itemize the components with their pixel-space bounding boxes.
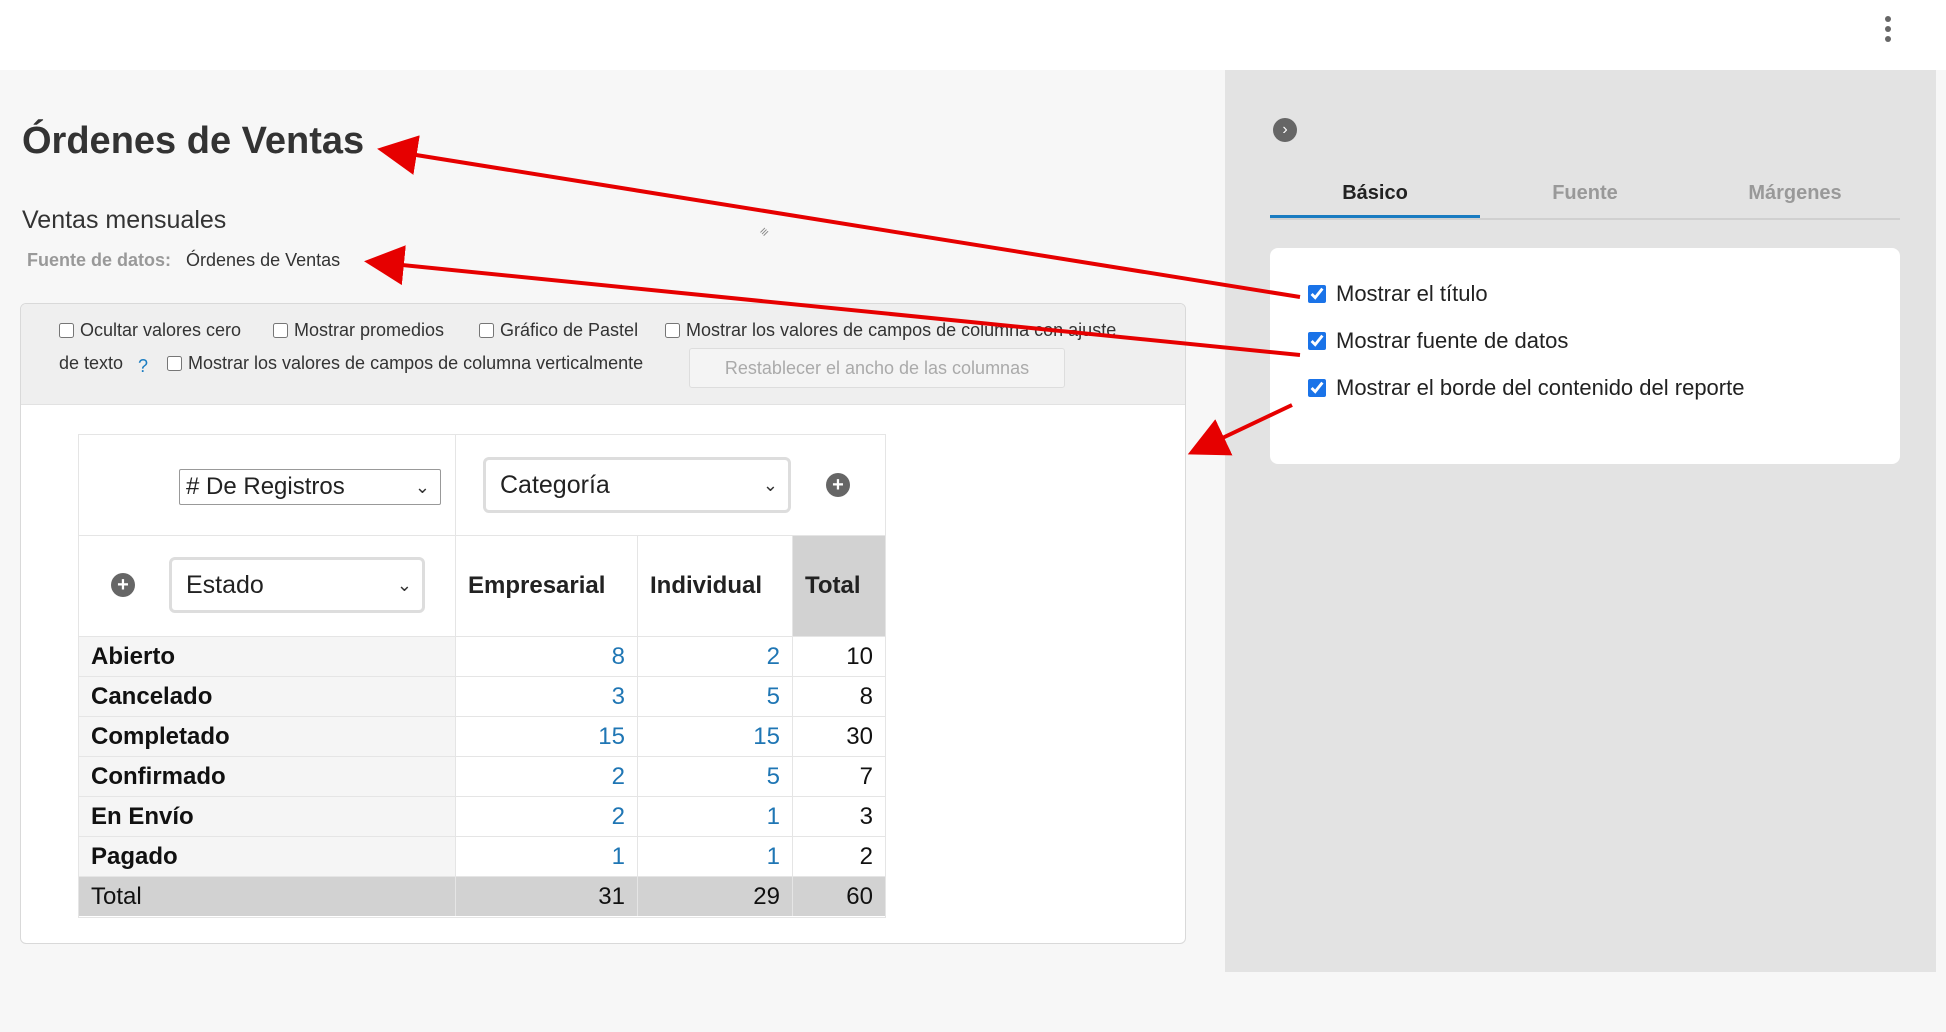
row-label-confirmado: Confirmado: [79, 756, 455, 796]
value-cell[interactable]: 3: [455, 676, 637, 716]
show-border-option[interactable]: Mostrar el borde del contenido del repor…: [1308, 375, 1744, 401]
show-avg-checkbox[interactable]: [273, 323, 288, 338]
value-cell[interactable]: 15: [637, 716, 792, 756]
settings-panel: › Básico Fuente Márgenes Mostrar el títu…: [1225, 70, 1936, 972]
data-source-label: Fuente de datos:: [27, 250, 172, 270]
hide-zero-checkbox[interactable]: [59, 323, 74, 338]
wrap-text-label: Mostrar los valores de campos de columna…: [686, 320, 1117, 340]
row-total-cell: 10: [792, 636, 885, 676]
column-total-cell: 31: [455, 876, 637, 916]
column-field-select-value: Categoría: [500, 470, 610, 499]
page-title[interactable]: Órdenes de Ventas: [22, 120, 364, 163]
value-cell[interactable]: 2: [455, 756, 637, 796]
row-field-select-value: Estado: [186, 570, 264, 599]
divider: [455, 435, 456, 535]
wrap-text-label-cont: de texto: [59, 353, 124, 373]
tab-margenes[interactable]: Márgenes: [1690, 178, 1900, 218]
column-header-individual[interactable]: Individual: [637, 535, 792, 636]
data-source-value: Órdenes de Ventas: [186, 250, 341, 270]
row-label-cancelado: Cancelado: [79, 676, 455, 716]
hide-zero-label: Ocultar valores cero: [80, 320, 242, 340]
row-label-en-envio: En Envío: [79, 796, 455, 836]
show-border-checkbox[interactable]: [1308, 379, 1326, 397]
report-editor: Órdenes de Ventas Ventas mensuales ≡ Fue…: [0, 70, 1225, 1032]
show-avg-option[interactable]: Mostrar promedios: [273, 320, 444, 341]
report-subtitle[interactable]: Ventas mensuales: [22, 206, 226, 235]
value-cell[interactable]: 1: [455, 836, 637, 876]
row-field-select[interactable]: Estado ⌄: [169, 557, 425, 613]
show-data-source-checkbox[interactable]: [1308, 332, 1326, 350]
wrap-text-checkbox[interactable]: [665, 323, 680, 338]
pie-chart-label: Gráfico de Pastel: [500, 320, 639, 340]
show-data-source-option[interactable]: Mostrar fuente de datos: [1308, 328, 1568, 354]
tab-basico[interactable]: Básico: [1270, 178, 1480, 218]
row-total-cell: 8: [792, 676, 885, 716]
reset-column-width-button[interactable]: Restablecer el ancho de las columnas: [689, 348, 1065, 388]
column-header-total: Total: [792, 535, 885, 636]
value-cell[interactable]: 5: [637, 756, 792, 796]
show-title-label: Mostrar el título: [1336, 281, 1488, 306]
show-title-checkbox[interactable]: [1308, 285, 1326, 303]
row-total-cell: 30: [792, 716, 885, 756]
measure-select[interactable]: # De Registros ⌄: [179, 469, 441, 505]
row-label-completado: Completado: [79, 716, 455, 756]
wrap-text-option[interactable]: Mostrar los valores de campos de columna…: [665, 320, 1116, 341]
total-row-label: Total: [79, 876, 455, 916]
top-bar: [0, 0, 1946, 70]
chevron-down-icon: ⌄: [414, 476, 430, 497]
row-total-cell: 3: [792, 796, 885, 836]
options-bar: Ocultar valores cero Mostrar promedios G…: [21, 304, 1185, 405]
row-total-cell: 7: [792, 756, 885, 796]
add-row-field-plus-icon[interactable]: +: [111, 573, 135, 597]
column-total-cell: 29: [637, 876, 792, 916]
basic-settings-card: Mostrar el título Mostrar fuente de dato…: [1270, 248, 1900, 464]
show-data-source-label: Mostrar fuente de datos: [1336, 328, 1569, 353]
settings-tabs: Básico Fuente Márgenes: [1270, 178, 1900, 220]
column-header-empresarial[interactable]: Empresarial: [455, 535, 637, 636]
report-content-box: Ocultar valores cero Mostrar promedios G…: [20, 303, 1186, 944]
show-border-label: Mostrar el borde del contenido del repor…: [1336, 375, 1745, 400]
vertical-checkbox[interactable]: [167, 356, 182, 371]
row-label-pagado: Pagado: [79, 836, 455, 876]
value-cell[interactable]: 1: [637, 796, 792, 836]
chevron-down-icon: ⌄: [762, 474, 778, 495]
show-title-option[interactable]: Mostrar el título: [1308, 281, 1488, 307]
show-avg-label: Mostrar promedios: [294, 320, 445, 340]
value-cell[interactable]: 5: [637, 676, 792, 716]
row-label-abierto: Abierto: [79, 636, 455, 676]
value-cell[interactable]: 2: [455, 796, 637, 836]
value-cell[interactable]: 15: [455, 716, 637, 756]
measure-select-value: # De Registros: [186, 473, 345, 500]
hide-zero-option[interactable]: Ocultar valores cero: [59, 320, 241, 341]
help-icon[interactable]: ?: [138, 356, 148, 377]
resize-grip-icon[interactable]: ≡: [756, 219, 776, 240]
pie-chart-option[interactable]: Gráfico de Pastel: [479, 320, 638, 341]
more-vertical-icon[interactable]: [1882, 16, 1894, 46]
grand-total-cell: 60: [792, 876, 885, 916]
value-cell[interactable]: 1: [637, 836, 792, 876]
data-source: Fuente de datos: Órdenes de Ventas: [27, 250, 340, 271]
row-total-cell: 2: [792, 836, 885, 876]
add-column-field-plus-icon[interactable]: +: [826, 473, 850, 497]
column-field-select[interactable]: Categoría ⌄: [483, 457, 791, 513]
chevron-down-icon: ⌄: [396, 574, 412, 595]
vertical-label: Mostrar los valores de campos de columna…: [188, 353, 644, 373]
vertical-option[interactable]: Mostrar los valores de campos de columna…: [167, 353, 643, 374]
value-cell[interactable]: 2: [637, 636, 792, 676]
pivot-table: # De Registros ⌄ Categoría ⌄ + + Estado …: [78, 434, 886, 918]
chevron-right-icon[interactable]: ›: [1273, 118, 1297, 142]
value-cell[interactable]: 8: [455, 636, 637, 676]
pie-chart-checkbox[interactable]: [479, 323, 494, 338]
tab-fuente[interactable]: Fuente: [1480, 178, 1690, 218]
